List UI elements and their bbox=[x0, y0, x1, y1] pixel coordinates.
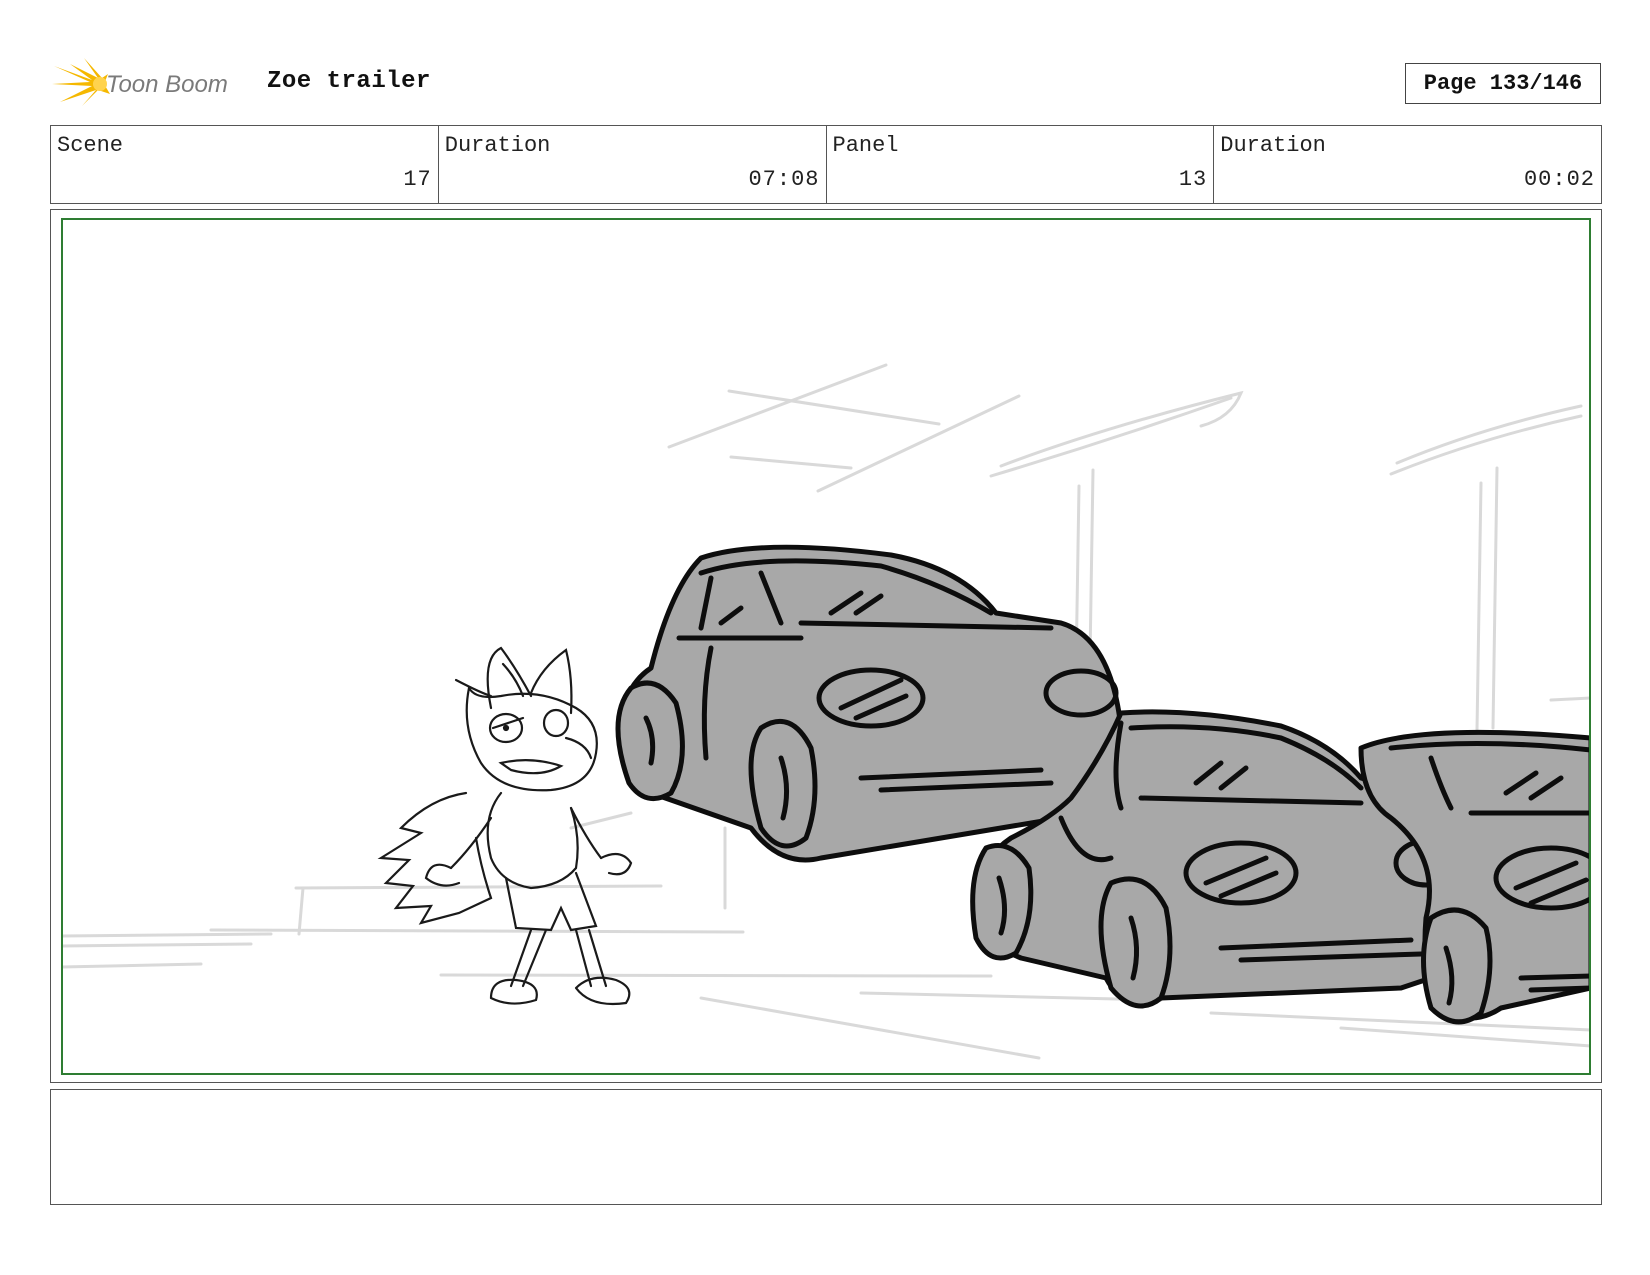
character-sketch bbox=[377, 646, 633, 1006]
scene-duration-label: Duration bbox=[444, 133, 551, 158]
panel-label: Panel bbox=[832, 133, 899, 158]
scene-value: 17 bbox=[403, 167, 432, 192]
panel-notes bbox=[50, 1089, 1602, 1205]
scene-duration-value: 07:08 bbox=[748, 167, 820, 192]
scene-label: Scene bbox=[57, 133, 124, 158]
panel-duration-value: 00:02 bbox=[1523, 167, 1595, 192]
panel-drawing bbox=[61, 218, 1591, 1075]
project-title: Zoe trailer bbox=[267, 68, 431, 95]
toon-boom-logo: Toon Boom bbox=[52, 56, 252, 112]
scene-info-table: Scene 17 Duration 07:08 Panel 13 Duratio… bbox=[50, 125, 1602, 204]
starburst-icon bbox=[52, 58, 110, 106]
panel-cell: Panel 13 bbox=[825, 126, 1214, 203]
panel-value: 13 bbox=[1178, 167, 1208, 192]
scene-cell: Scene 17 bbox=[51, 126, 438, 203]
storyboard-panel bbox=[50, 209, 1602, 1083]
scene-duration-cell: Duration 07:08 bbox=[437, 126, 826, 203]
page-number: Page 133/146 bbox=[1405, 63, 1601, 104]
brand-text: Toon Boom bbox=[106, 71, 228, 98]
panel-duration-label: Duration bbox=[1220, 133, 1326, 158]
car-1 bbox=[615, 544, 1124, 863]
panel-duration-cell: Duration 00:02 bbox=[1213, 126, 1601, 203]
